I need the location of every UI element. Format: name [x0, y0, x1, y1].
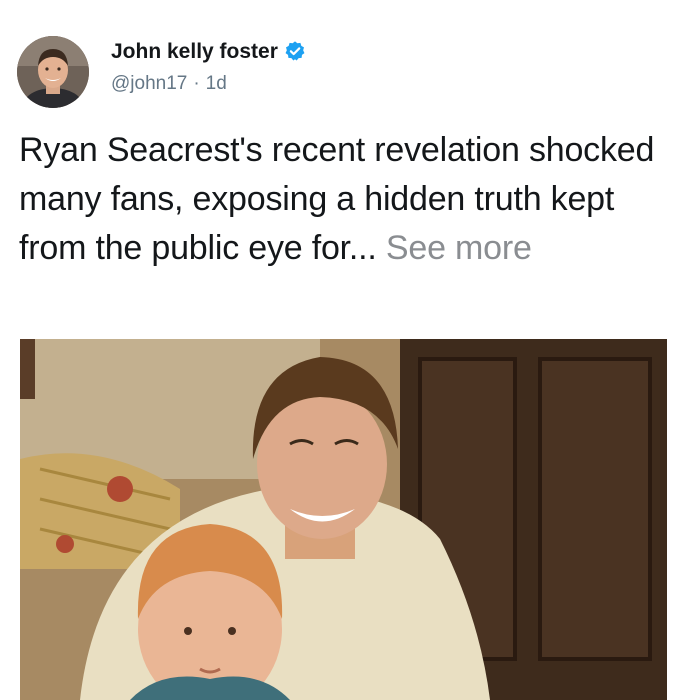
vintage-photo-father-and-child-icon: [20, 339, 667, 700]
author-name[interactable]: John kelly foster: [111, 40, 278, 63]
avatar[interactable]: [17, 36, 89, 108]
post-text: Ryan Seacrest's recent revelation shocke…: [19, 126, 679, 273]
avatar-photo-icon: [17, 36, 89, 108]
post-meta: @john17 · 1d: [111, 73, 227, 95]
verified-badge-icon: [284, 40, 306, 68]
post-body: Ryan Seacrest's recent revelation shocke…: [19, 131, 655, 267]
social-post: John kelly foster @john17 · 1d Ryan Seacre…: [0, 0, 700, 700]
post-image[interactable]: [20, 339, 667, 700]
meta-separator: ·: [193, 73, 200, 94]
post-header: John kelly foster @john17 · 1d: [17, 36, 677, 116]
author-handle[interactable]: @john17: [111, 73, 187, 94]
author-name-row[interactable]: John kelly foster: [111, 40, 306, 68]
see-more-link[interactable]: See more: [386, 229, 532, 267]
post-timestamp[interactable]: 1d: [206, 73, 227, 94]
